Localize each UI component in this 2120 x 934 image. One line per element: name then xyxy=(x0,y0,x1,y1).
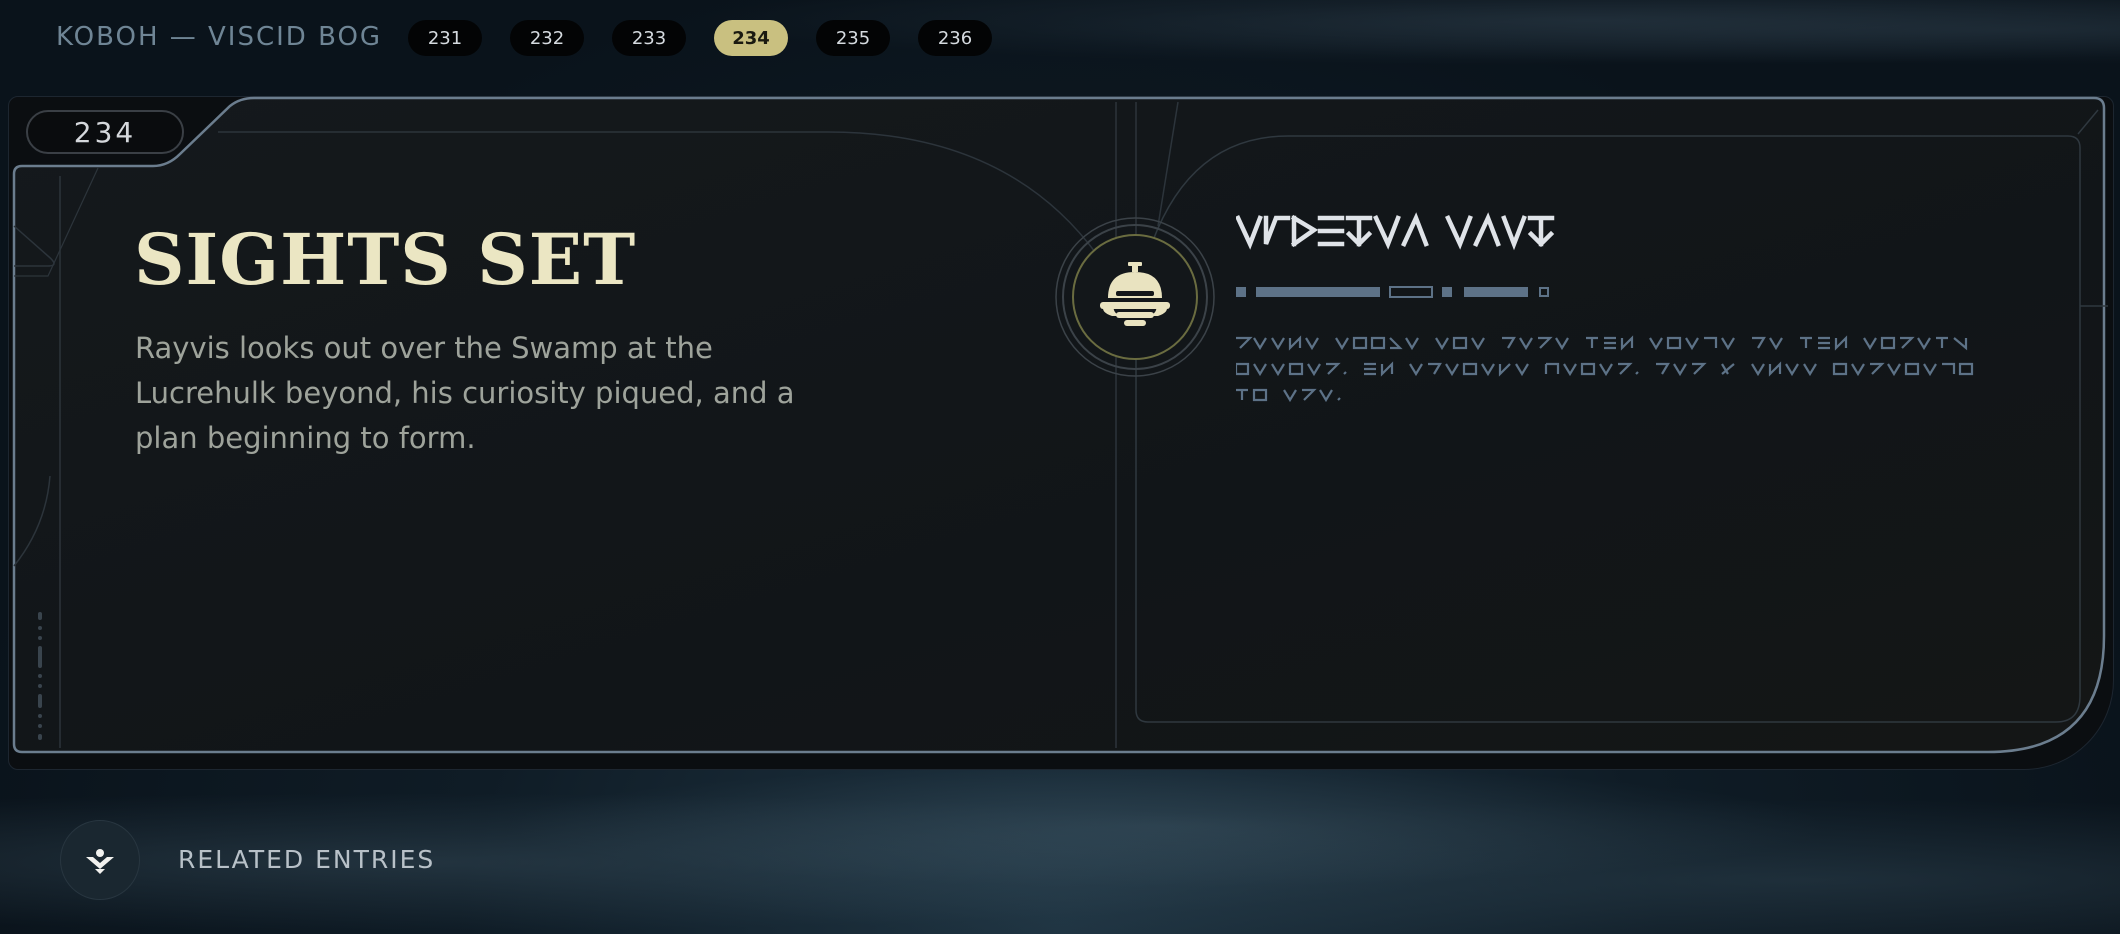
related-entries-icon xyxy=(86,849,114,874)
page-tab-235[interactable]: 235 xyxy=(816,20,890,56)
scroll-indicator xyxy=(38,612,42,740)
page-tab-232[interactable]: 232 xyxy=(510,20,584,56)
entry-description: Rayvis looks out over the Swamp at the L… xyxy=(135,331,795,455)
rayvis-helmet-icon xyxy=(1055,217,1215,377)
background-swamp xyxy=(0,754,2120,934)
page-tab-233[interactable]: 233 xyxy=(612,20,686,56)
related-entries-button[interactable] xyxy=(60,820,140,900)
page-tab-231[interactable]: 231 xyxy=(408,20,482,56)
entry-number-badge: 234 xyxy=(26,110,184,154)
related-entries-label: RELATED ENTRIES xyxy=(178,845,436,874)
aurebesh-title xyxy=(1236,212,1555,251)
page-tab-236[interactable]: 236 xyxy=(918,20,992,56)
aurebesh-description xyxy=(1236,335,1974,403)
entry-pager: 231 232 233 234 235 236 xyxy=(408,20,1020,56)
entry-title: SIGHTS SET xyxy=(134,218,637,301)
decorative-bar-row xyxy=(1236,286,1549,298)
page-tab-234[interactable]: 234 xyxy=(714,20,788,56)
location-title: KOBOH — VISCID BOG xyxy=(56,22,383,52)
